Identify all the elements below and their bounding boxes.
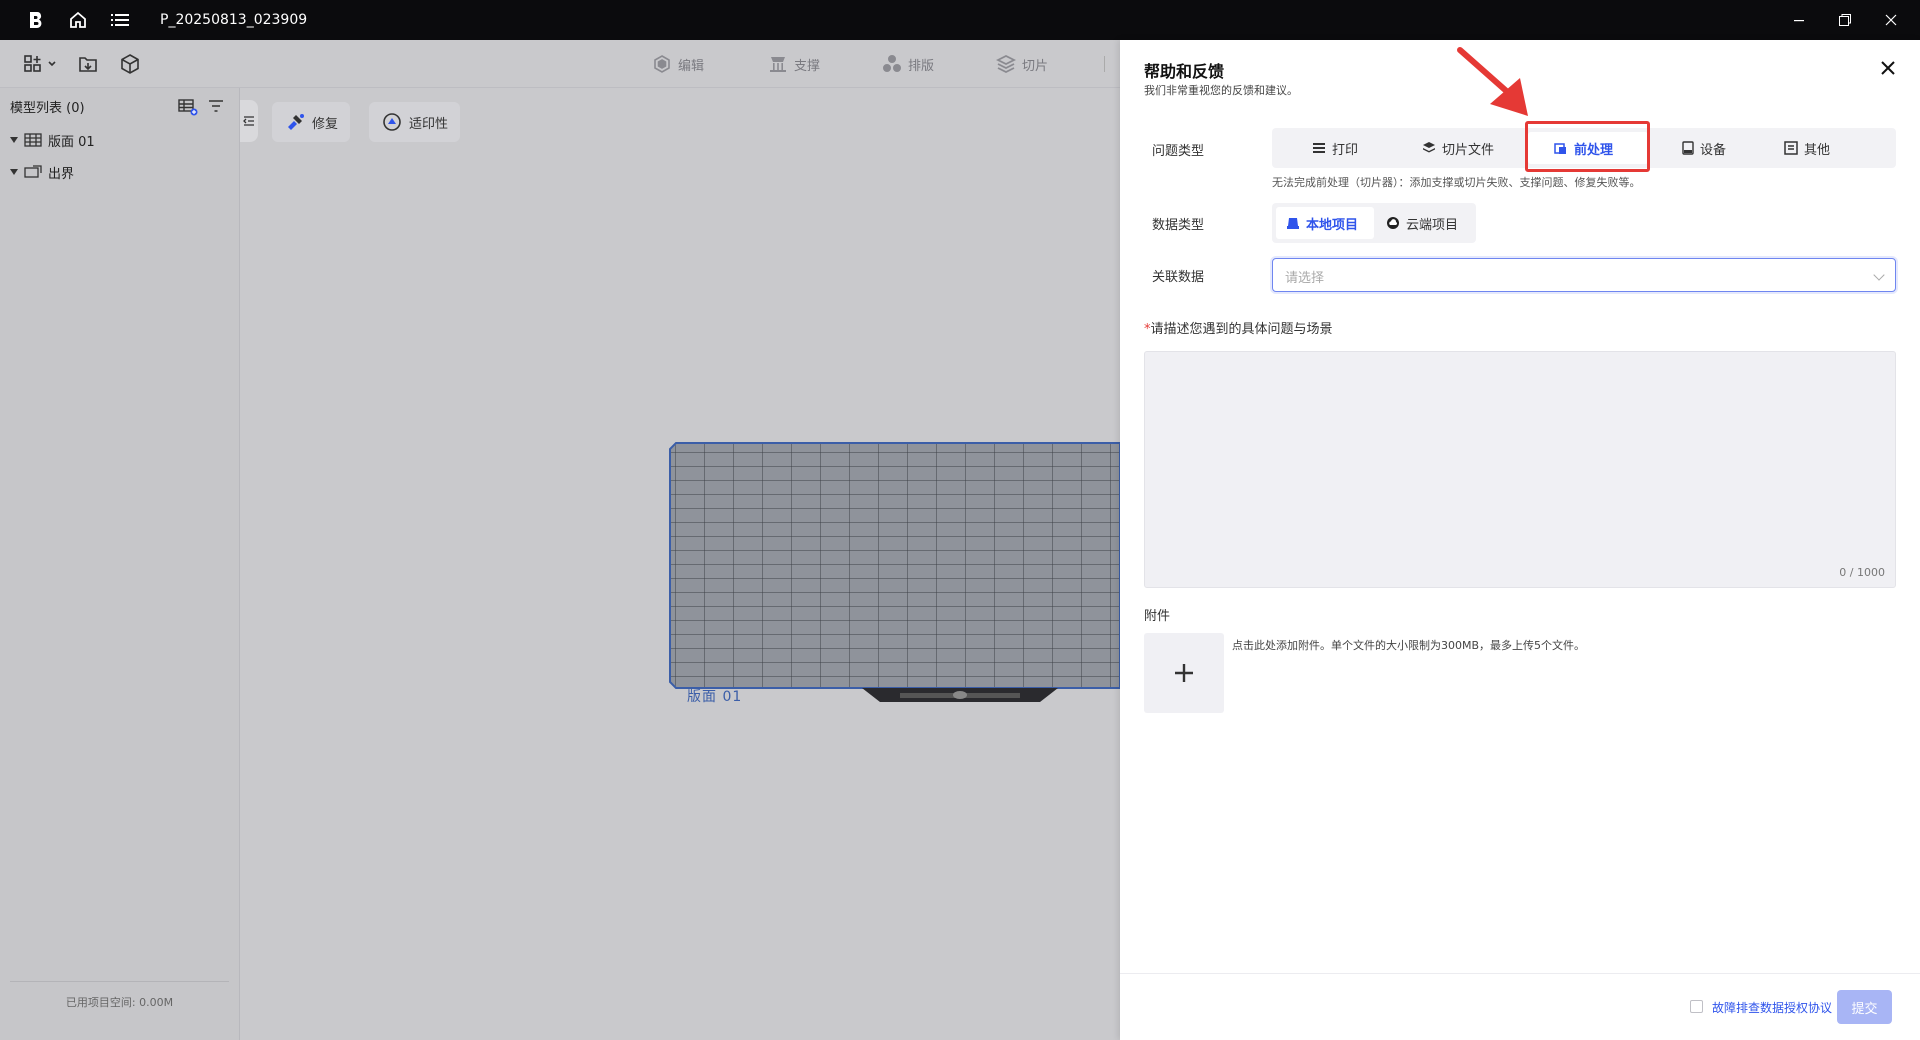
description-textarea[interactable]: 0 / 1000 bbox=[1144, 351, 1896, 588]
model-list-sidebar: 模型列表 (0) 版面 01 出界 已用项目空间: 0.00M bbox=[0, 88, 240, 1040]
tab-support-label: 支撑 bbox=[794, 58, 821, 74]
panel-subtitle: 我们非常重视您的反馈和建议。 bbox=[1144, 84, 1298, 97]
add-attachment-button[interactable] bbox=[1144, 633, 1224, 713]
printability-icon bbox=[383, 113, 401, 131]
issue-type-label: 问题类型 bbox=[1152, 144, 1205, 159]
related-data-label: 关联数据 bbox=[1152, 270, 1205, 285]
data-type-cloud[interactable]: 云端项目 bbox=[1386, 203, 1458, 243]
print-icon bbox=[1313, 143, 1325, 153]
import-icon[interactable] bbox=[74, 52, 102, 76]
cloud-icon bbox=[1387, 217, 1399, 229]
plate-label: 版面 01 bbox=[687, 689, 743, 705]
printability-label: 适印性 bbox=[409, 116, 449, 132]
description-counter: 0 / 1000 bbox=[1839, 566, 1885, 579]
main-toolbar: 编辑 支撑 排版 切片 bbox=[0, 40, 1120, 88]
filter-icon[interactable] bbox=[208, 100, 224, 116]
agreement-link[interactable]: 故障排查数据授权协议 bbox=[1712, 999, 1832, 1016]
storage-usage: 已用项目空间: 0.00M bbox=[10, 981, 229, 1010]
issue-type-device[interactable]: 设备 bbox=[1682, 128, 1726, 168]
other-icon bbox=[1784, 141, 1798, 155]
layers-icon bbox=[1423, 142, 1435, 153]
sidebar-item-label: 版面 01 bbox=[48, 134, 95, 150]
title-bar: P_20250813_023909 bbox=[0, 0, 1920, 40]
menu-list-icon[interactable] bbox=[108, 8, 132, 32]
repair-button[interactable]: 修复 bbox=[272, 102, 351, 142]
add-table-icon[interactable] bbox=[178, 98, 198, 120]
help-feedback-panel: 帮助和反馈 我们非常重视您的反馈和建议。 问题类型 打印 切片文件 前处理 设备… bbox=[1120, 40, 1920, 1040]
add-model-dropdown-icon[interactable] bbox=[20, 52, 60, 76]
attachment-hint: 点击此处添加附件。单个文件的大小限制为300MB，最多上传5个文件。 bbox=[1232, 639, 1586, 652]
data-type-local-label: 本地项目 bbox=[1306, 217, 1359, 233]
slice-layers-icon bbox=[996, 54, 1016, 74]
local-project-icon bbox=[1287, 218, 1299, 229]
tab-edit-label: 编辑 bbox=[678, 58, 705, 74]
toolbar-divider bbox=[1104, 56, 1105, 72]
attachment-label: 附件 bbox=[1144, 609, 1171, 624]
data-type-cloud-label: 云端项目 bbox=[1406, 217, 1459, 233]
model-list-title: 模型列表 (0) bbox=[10, 100, 85, 116]
highlight-box bbox=[1525, 121, 1650, 172]
submit-button[interactable]: 提交 bbox=[1837, 990, 1892, 1024]
issue-type-print-label: 打印 bbox=[1332, 142, 1359, 158]
tab-support[interactable]: 支撑 bbox=[768, 52, 820, 76]
panel-title: 帮助和反馈 bbox=[1144, 62, 1225, 81]
related-data-select[interactable]: 请选择 bbox=[1272, 258, 1896, 292]
tab-layout[interactable]: 排版 bbox=[882, 52, 934, 76]
close-window-icon[interactable] bbox=[1868, 0, 1914, 40]
collapse-icon bbox=[243, 116, 254, 126]
model-list-header: 模型列表 (0) bbox=[0, 88, 239, 124]
issue-type-other[interactable]: 其他 bbox=[1784, 128, 1830, 168]
repair-label: 修复 bbox=[312, 116, 339, 132]
issue-type-device-label: 设备 bbox=[1700, 142, 1727, 158]
data-type-selector: 本地项目 云端项目 bbox=[1272, 203, 1476, 243]
issue-type-hint: 无法完成前处理（切片器）：添加支撑或切片失败、支撑问题、修复失败等。 bbox=[1272, 176, 1641, 189]
restore-icon[interactable] bbox=[1822, 0, 1868, 40]
3d-view-icon[interactable] bbox=[116, 52, 144, 76]
issue-type-slice-file-label: 切片文件 bbox=[1442, 142, 1495, 158]
close-icon[interactable] bbox=[1876, 56, 1900, 80]
device-icon bbox=[1682, 141, 1694, 155]
chevron-down-icon bbox=[1873, 269, 1885, 281]
data-type-label: 数据类型 bbox=[1152, 218, 1205, 233]
app-logo-icon[interactable] bbox=[24, 8, 48, 32]
sidebar-item-label: 出界 bbox=[48, 166, 75, 182]
data-type-local[interactable]: 本地项目 bbox=[1286, 203, 1358, 243]
expand-caret-icon[interactable] bbox=[10, 169, 18, 175]
tab-slice[interactable]: 切片 bbox=[996, 52, 1048, 76]
edit-cube-icon bbox=[654, 55, 670, 73]
layout-icon bbox=[883, 55, 901, 72]
description-label-row: *请描述您遇到的具体问题与场景 bbox=[1144, 318, 1333, 337]
build-plate-render bbox=[669, 442, 1121, 702]
sidebar-item-plate[interactable]: 版面 01 bbox=[0, 124, 239, 156]
tab-edit[interactable]: 编辑 bbox=[652, 52, 704, 76]
project-title: P_20250813_023909 bbox=[160, 12, 308, 28]
issue-type-print[interactable]: 打印 bbox=[1312, 128, 1358, 168]
issue-type-slice-file[interactable]: 切片文件 bbox=[1422, 128, 1494, 168]
plate-icon bbox=[24, 133, 42, 147]
support-icon bbox=[770, 57, 786, 72]
printability-button[interactable]: 适印性 bbox=[369, 102, 461, 142]
sidebar-item-out-of-bounds[interactable]: 出界 bbox=[0, 156, 239, 188]
out-of-bounds-icon bbox=[24, 165, 42, 178]
agreement-checkbox[interactable] bbox=[1690, 1000, 1703, 1013]
description-label: 请描述您遇到的具体问题与场景 bbox=[1150, 322, 1333, 337]
plus-icon bbox=[1175, 664, 1193, 682]
home-icon[interactable] bbox=[66, 8, 90, 32]
3d-viewport[interactable]: 版面 01 bbox=[240, 88, 1121, 1040]
expand-caret-icon[interactable] bbox=[10, 137, 18, 143]
repair-icon bbox=[288, 114, 304, 130]
tab-layout-label: 排版 bbox=[908, 58, 935, 74]
related-data-placeholder: 请选择 bbox=[1285, 271, 1325, 286]
minimize-icon[interactable] bbox=[1776, 0, 1822, 40]
tab-slice-label: 切片 bbox=[1022, 58, 1049, 74]
issue-type-other-label: 其他 bbox=[1804, 142, 1831, 158]
collapse-sidebar-button[interactable] bbox=[240, 100, 258, 142]
